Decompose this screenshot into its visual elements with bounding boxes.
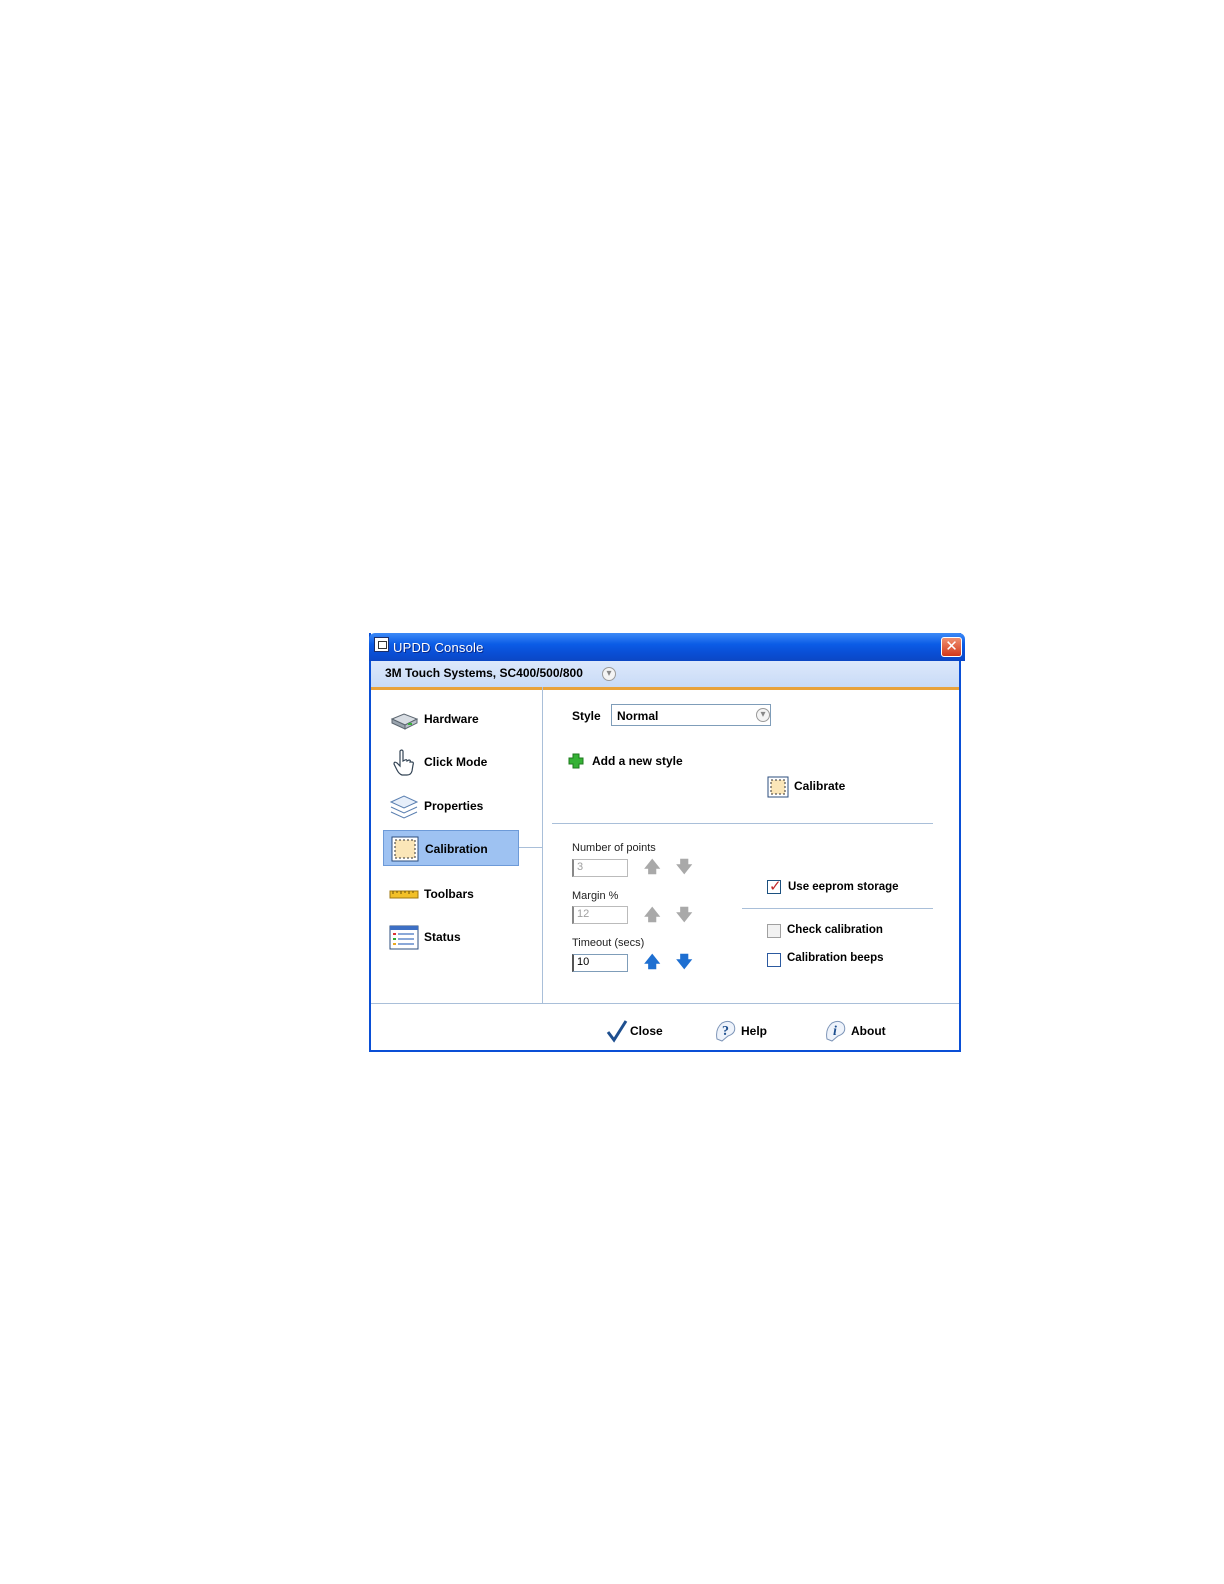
app-icon [374,637,389,652]
style-value: Normal [617,709,659,723]
timeout-label: Timeout (secs) [572,937,645,949]
calibration-beeps-checkbox[interactable] [767,953,781,967]
sidebar-item-label: Status [424,930,461,944]
use-eeprom-label: Use eeprom storage [788,881,899,893]
checkbox-divider [742,908,933,909]
arrow-up-icon[interactable]: 🡅 [644,908,660,924]
sidebar-item-label: Click Mode [424,755,488,769]
margin-label: Margin % [572,890,619,902]
selection-connector [519,847,542,848]
hand-pointer-icon [393,749,414,776]
style-select[interactable]: Normal ▾ [611,704,771,726]
layers-icon [389,795,419,819]
hardware-icon [390,713,419,730]
check-calibration-label: Check calibration [787,924,883,936]
sidebar-item-click-mode[interactable]: Click Mode [383,744,519,780]
close-window-button[interactable]: ✕ [941,637,962,657]
sidebar-item-status[interactable]: Status [383,919,519,955]
calibrate-button[interactable]: Calibrate [794,779,845,793]
ruler-icon [389,890,419,899]
chevron-down-icon[interactable]: ▾ [756,708,770,722]
footer-divider [371,1003,959,1004]
sidebar-item-toolbars[interactable]: Toolbars [383,876,519,912]
sidebar-item-label: Calibration [425,842,488,856]
checkmark-icon: ✓ [769,878,782,895]
arrow-down-icon[interactable]: 🡇 [676,908,692,924]
plus-icon[interactable] [568,753,584,769]
margin-field[interactable]: 12 [572,906,628,924]
timeout-field[interactable]: 10 [572,954,628,972]
svg-text:?: ? [722,1024,729,1039]
help-button[interactable]: Help [741,1024,767,1038]
calibration-icon [391,836,419,862]
number-of-points-label: Number of points [572,842,656,854]
sidebar-item-label: Hardware [424,712,479,726]
chevron-down-icon[interactable]: ▾ [602,667,616,681]
arrow-up-icon[interactable]: 🡅 [644,955,660,971]
number-of-points-field[interactable]: 3 [572,859,628,877]
updd-console-window: UPDD Console ✕ 3M Touch Systems, SC400/5… [369,633,965,1052]
sidebar-item-calibration[interactable]: Calibration [383,830,519,866]
device-name: 3M Touch Systems, SC400/500/800 [385,666,583,680]
checkmark-icon[interactable] [606,1019,628,1043]
title-bar[interactable]: UPDD Console ✕ [369,633,965,661]
status-list-icon [389,925,419,950]
arrow-up-icon[interactable]: 🡅 [644,860,660,876]
sidebar-item-hardware[interactable]: Hardware [383,701,519,737]
svg-text:i: i [833,1024,837,1039]
calibration-beeps-label: Calibration beeps [787,952,884,964]
check-calibration-checkbox[interactable] [767,924,781,938]
section-divider [552,823,933,824]
use-eeprom-checkbox[interactable]: ✓ [767,878,782,895]
sidebar-item-label: Properties [424,799,484,813]
close-button[interactable]: Close [630,1024,663,1038]
device-selector-bar[interactable]: 3M Touch Systems, SC400/500/800 ▾ [371,661,959,690]
style-label: Style [572,709,601,723]
help-icon[interactable]: ? [714,1019,738,1043]
calibration-icon[interactable] [767,776,789,798]
window-title: UPDD Console [393,640,484,655]
sidebar-divider [542,687,543,1003]
sidebar-item-properties[interactable]: Properties [383,788,519,824]
add-new-style-link[interactable]: Add a new style [592,754,683,768]
arrow-down-icon[interactable]: 🡇 [676,955,692,971]
info-icon[interactable]: i [824,1019,848,1043]
arrow-down-icon[interactable]: 🡇 [676,860,692,876]
about-button[interactable]: About [851,1024,886,1038]
sidebar-item-label: Toolbars [424,887,474,901]
